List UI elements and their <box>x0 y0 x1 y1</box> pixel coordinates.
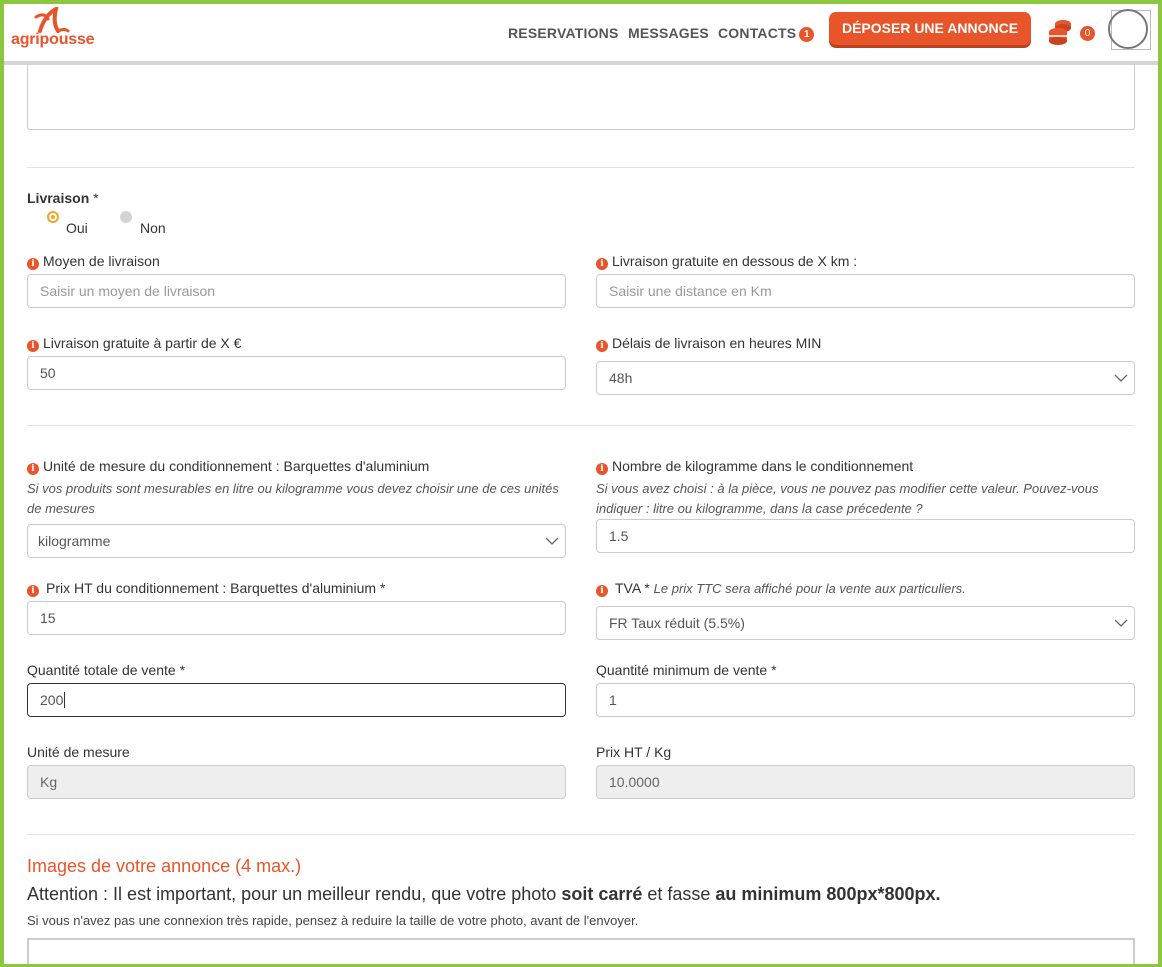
qte-min-input[interactable]: 1 <box>596 683 1135 717</box>
attention-mid: et fasse <box>642 884 716 904</box>
post-listing-button[interactable]: DÉPOSER UNE ANNONCE <box>829 12 1031 45</box>
delais-select-value: 48h <box>609 370 633 386</box>
required-mark: * <box>179 662 186 678</box>
info-icon[interactable]: i <box>596 258 608 270</box>
info-icon[interactable]: i <box>27 585 39 597</box>
moyen-livraison-label: i Moyen de livraison <box>27 253 160 270</box>
gratuite-eur-input[interactable]: 50 <box>27 356 566 390</box>
info-icon[interactable]: i <box>27 258 39 270</box>
divider <box>27 167 1135 168</box>
required-mark: * <box>379 580 386 596</box>
unite-cond-label-text: Unité de mesure du conditionnement : Bar… <box>43 458 430 474</box>
chevron-down-icon <box>1114 374 1128 382</box>
attention-pre: Attention : Il est important, pour un me… <box>27 884 562 904</box>
images-section-title: Images de votre annonce (4 max.) <box>27 856 302 876</box>
attention-bold-square: soit carré <box>561 884 643 904</box>
required-mark: * <box>771 662 777 678</box>
nb-kg-label: i Nombre de kilogramme dans le conditionn… <box>596 458 913 475</box>
delais-label: i Délais de livraison en heures MIN <box>596 335 821 352</box>
logo-text: agripousse <box>11 31 95 48</box>
sprout-logo-icon <box>34 7 70 33</box>
nav-messages[interactable]: MESSAGES <box>628 25 709 41</box>
gratuite-km-label-text: Livraison gratuite en dessous de X km : <box>612 253 858 269</box>
prix-kg-label: Prix HT / Kg <box>596 744 672 760</box>
info-icon[interactable]: i <box>596 463 608 475</box>
info-icon[interactable]: i <box>27 463 39 475</box>
nb-kg-help: Si vous avez choisi : à la pièce, vous n… <box>596 481 1099 516</box>
tva-label-text: TVA <box>615 580 641 596</box>
logo[interactable]: agripousse <box>10 7 100 53</box>
coins-icon[interactable] <box>1047 18 1073 46</box>
avatar-ring <box>1108 9 1148 49</box>
required-mark: * <box>644 580 650 596</box>
moyen-livraison-label-text: Moyen de livraison <box>43 253 160 269</box>
nav-contacts[interactable]: CONTACTS 1 <box>718 25 815 42</box>
qte-totale-label: Quantité totale de vente * <box>27 662 185 678</box>
tva-help: Le prix TTC sera affiché pour la vente a… <box>653 581 966 596</box>
qte-min-label: Quantité minimum de vente * <box>596 662 777 678</box>
info-icon[interactable]: i <box>27 340 39 352</box>
livraison-label-text: Livraison <box>27 190 90 206</box>
chevron-down-icon <box>545 537 559 545</box>
unite-cond-select[interactable]: kilogramme <box>27 524 566 558</box>
radio-non[interactable] <box>120 211 132 223</box>
prix-ht-input[interactable]: 15 <box>27 601 566 635</box>
nav-reservations[interactable]: RESERVATIONS <box>508 25 619 41</box>
text-caret <box>64 692 66 708</box>
prix-ht-label-text: Prix HT du conditionnement : Barquettes … <box>46 580 377 596</box>
delais-select[interactable]: 48h <box>596 361 1135 395</box>
gratuite-km-input[interactable]: Saisir une distance en Km <box>596 274 1135 308</box>
gratuite-km-label: i Livraison gratuite en dessous de X km : <box>596 253 857 270</box>
chevron-down-icon <box>1114 619 1128 627</box>
unite-readonly-field: Kg <box>27 765 566 799</box>
livraison-label: Livraison * <box>27 190 99 206</box>
images-note: Si vous n'avez pas une connexion très ra… <box>27 913 639 928</box>
nav-contacts-label: CONTACTS <box>718 25 797 41</box>
unite-label: Unité de mesure <box>27 744 130 760</box>
required-mark: * <box>93 190 99 206</box>
contacts-count-badge: 1 <box>799 27 815 42</box>
unite-cond-help: Si vos produits sont mesurables en litre… <box>27 481 559 516</box>
gratuite-eur-label: i Livraison gratuite à partir de X € <box>27 335 241 352</box>
gratuite-eur-label-text: Livraison gratuite à partir de X € <box>43 335 242 351</box>
image-upload-dropzone[interactable] <box>27 938 1135 964</box>
tva-select[interactable]: FR Taux réduit (5.5%) <box>596 606 1135 640</box>
divider <box>27 425 1135 426</box>
nb-kg-label-text: Nombre de kilogramme dans le conditionne… <box>612 458 914 474</box>
radio-oui-label: Oui <box>66 220 88 236</box>
prix-kg-readonly-field: 10.0000 <box>596 765 1135 799</box>
attention-bold-size: au minimum 800px*800px. <box>715 884 941 904</box>
unite-cond-label: i Unité de mesure du conditionnement : Ba… <box>27 458 429 475</box>
images-attention-text: Attention : Il est important, pour un me… <box>27 884 941 905</box>
unite-cond-select-value: kilogramme <box>38 533 111 549</box>
coins-count-badge: 0 <box>1080 26 1095 41</box>
tva-label: i TVA * Le prix TTC sera affiché pour la … <box>596 580 966 597</box>
tva-select-value: FR Taux réduit (5.5%) <box>609 615 745 631</box>
info-icon[interactable]: i <box>596 340 608 352</box>
radio-oui[interactable] <box>47 211 59 223</box>
divider <box>27 834 1135 835</box>
qte-min-label-text: Quantité minimum de vente <box>596 662 768 678</box>
moyen-livraison-input[interactable]: Saisir un moyen de livraison <box>27 274 566 308</box>
info-icon[interactable]: i <box>596 585 608 597</box>
browser-frame: agripousse RESERVATIONS MESSAGES CONTACT… <box>0 0 1162 967</box>
description-textarea[interactable] <box>27 64 1135 130</box>
radio-non-label: Non <box>140 220 166 236</box>
qte-totale-label-text: Quantité totale de vente <box>27 662 176 678</box>
nb-kg-input[interactable]: 1.5 <box>596 519 1135 553</box>
qte-totale-value: 200 <box>40 692 64 708</box>
delais-label-text: Délais de livraison en heures MIN <box>612 335 822 351</box>
prix-ht-label: i Prix HT du conditionnement : Barquettes… <box>27 580 385 597</box>
qte-totale-input[interactable]: 200 <box>27 683 566 717</box>
top-navbar: agripousse RESERVATIONS MESSAGES CONTACT… <box>4 4 1158 65</box>
